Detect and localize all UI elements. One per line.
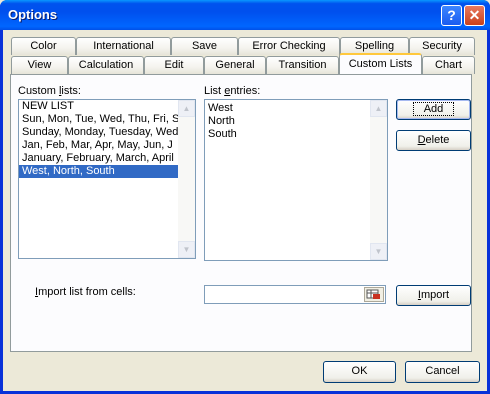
list-entry: North: [208, 115, 235, 127]
up-arrow-icon[interactable]: ▲: [178, 100, 195, 117]
custom-lists-scrollbar[interactable]: ▲ ▼: [178, 100, 195, 258]
tab-view[interactable]: View: [11, 56, 68, 74]
import-range-input[interactable]: [204, 285, 386, 304]
title-bar[interactable]: Options ? ✕: [0, 0, 490, 30]
window-title: Options: [8, 7, 58, 22]
list-entries-textarea[interactable]: West North South ▲ ▼: [204, 99, 388, 261]
tab-edit[interactable]: Edit: [144, 56, 204, 74]
question-icon: ?: [447, 7, 456, 23]
list-item[interactable]: Sunday, Monday, Tuesday, Wed: [19, 126, 195, 139]
list-item[interactable]: January, February, March, April: [19, 152, 195, 165]
list-entries-label: List entries:: [204, 85, 261, 97]
custom-lists-panel: Custom lists: NEW LIST Sun, Mon, Tue, We…: [10, 74, 472, 352]
close-icon: ✕: [468, 7, 481, 23]
tab-error-checking[interactable]: Error Checking: [238, 37, 340, 55]
delete-button[interactable]: Delete: [396, 130, 471, 151]
options-dialog: Options ? ✕ Color International Save Err…: [0, 0, 490, 394]
tab-save[interactable]: Save: [171, 37, 238, 55]
tab-custom-lists[interactable]: Custom Lists: [339, 53, 422, 74]
up-arrow-icon[interactable]: ▲: [370, 100, 387, 117]
tab-chart[interactable]: Chart: [422, 56, 475, 74]
list-item-selected[interactable]: West, North, South: [19, 165, 195, 178]
list-item[interactable]: NEW LIST: [19, 100, 195, 113]
tab-color[interactable]: Color: [11, 37, 76, 55]
tab-international[interactable]: International: [76, 37, 171, 55]
ok-button[interactable]: OK: [323, 361, 396, 383]
list-entry: South: [208, 128, 237, 140]
down-arrow-icon[interactable]: ▼: [370, 243, 387, 260]
close-button[interactable]: ✕: [464, 5, 485, 26]
list-item[interactable]: Jan, Feb, Mar, Apr, May, Jun, J: [19, 139, 195, 152]
tab-general[interactable]: General: [204, 56, 266, 74]
cancel-button[interactable]: Cancel: [405, 361, 480, 383]
help-button[interactable]: ?: [441, 5, 462, 26]
import-button[interactable]: Import: [396, 285, 471, 306]
list-item[interactable]: Sun, Mon, Tue, Wed, Thu, Fri, S: [19, 113, 195, 126]
tab-transition[interactable]: Transition: [266, 56, 339, 74]
down-arrow-icon[interactable]: ▼: [178, 241, 195, 258]
range-select-icon[interactable]: [364, 287, 384, 302]
list-entry: West: [208, 102, 233, 114]
dialog-body: Color International Save Error Checking …: [3, 30, 487, 391]
add-button[interactable]: Add: [396, 99, 471, 120]
custom-lists-listbox[interactable]: NEW LIST Sun, Mon, Tue, Wed, Thu, Fri, S…: [18, 99, 196, 259]
custom-lists-label: Custom lists:: [18, 85, 81, 97]
add-button-label: Add: [412, 102, 455, 116]
tab-calculation[interactable]: Calculation: [68, 56, 144, 74]
import-label: Import list from cells:: [35, 286, 136, 298]
list-entries-scrollbar[interactable]: ▲ ▼: [370, 100, 387, 260]
